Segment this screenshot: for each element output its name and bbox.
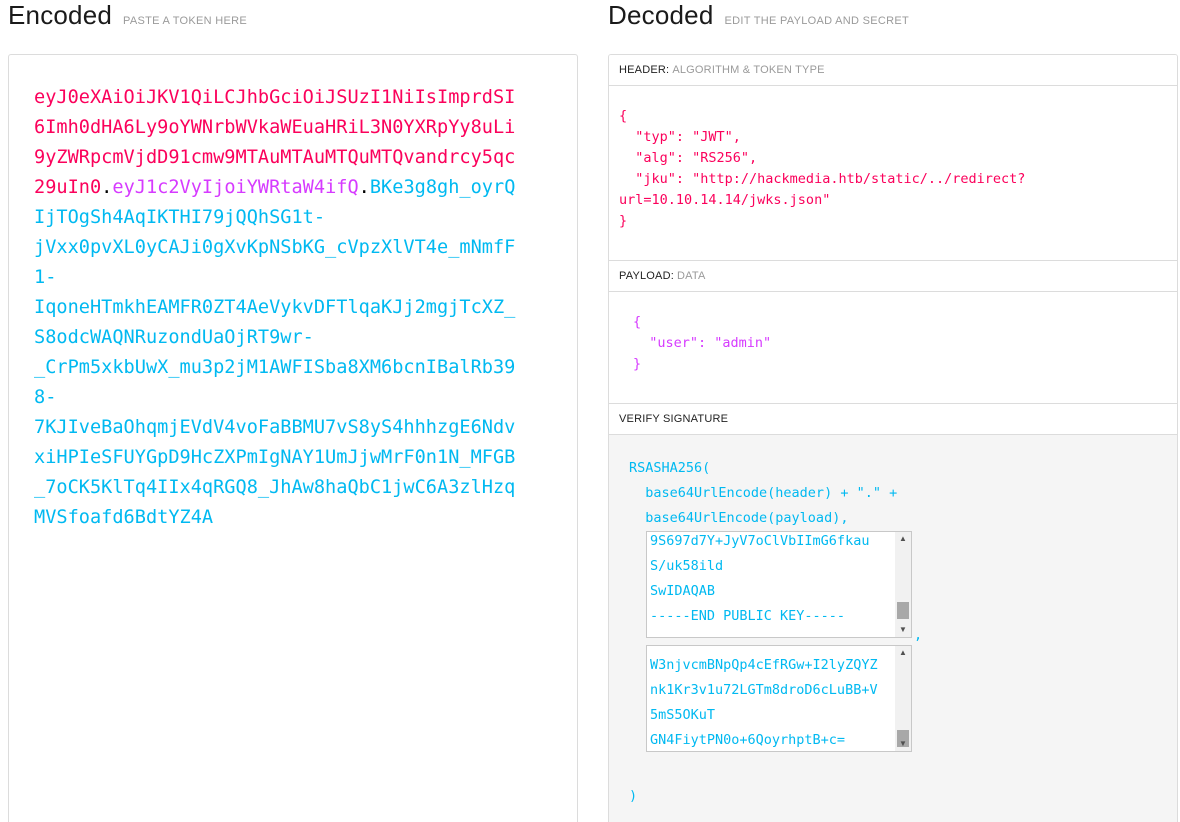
token-dot-1: . bbox=[101, 177, 113, 198]
scroll-up-arrow-icon[interactable]: ▲ bbox=[895, 532, 911, 546]
encoded-title-group: Encoded PASTE A TOKEN HERE bbox=[8, 0, 247, 30]
public-key-text[interactable]: 9S697d7Y+JyV7oClVbIImG6fkau S/uk58ild Sw… bbox=[650, 532, 869, 629]
scroll-up-arrow-icon[interactable]: ▲ bbox=[895, 646, 911, 660]
public-key-textarea[interactable]: 9S697d7Y+JyV7oClVbIImG6fkau S/uk58ild Sw… bbox=[646, 531, 912, 638]
token-text[interactable]: eyJ0eXAiOiJKV1QiLCJhbGciOiJSUzI1NiIsImpr… bbox=[34, 83, 524, 533]
sig-func-close: ) bbox=[629, 788, 638, 804]
header-section-title: HEADER: ALGORITHM & TOKEN TYPE bbox=[609, 55, 1177, 86]
verify-section-title: VERIFY SIGNATURE bbox=[609, 404, 1177, 435]
token-payload-part: eyJ1c2VyIjoiYWRtaW4ifQ bbox=[112, 177, 359, 198]
private-key-textarea[interactable]: W3njvcmBNpQp4cEfRGw+I2lyZQYZ nk1Kr3v1u72… bbox=[646, 645, 912, 752]
token-signature-part: BKe3g8gh_oyrQIjTOgSh4AqIKTHI79jQQhSG1t- … bbox=[34, 177, 516, 528]
header-section-label: HEADER: bbox=[619, 64, 670, 76]
payload-section-sublabel: DATA bbox=[677, 270, 706, 282]
sig-header-encode: base64UrlEncode(header) + "." + bbox=[629, 485, 898, 501]
private-key-scrollbar[interactable]: ▲ ▼ bbox=[895, 646, 911, 751]
payload-section-title: PAYLOAD: DATA bbox=[609, 261, 1177, 292]
verify-signature-body: RSASHA256( base64UrlEncode(header) + "."… bbox=[609, 435, 1177, 822]
public-key-scrollbar[interactable]: ▲ ▼ bbox=[895, 532, 911, 637]
payload-json[interactable]: { "user": "admin" } bbox=[609, 292, 1177, 375]
sig-payload-encode: base64UrlEncode(payload), bbox=[629, 510, 849, 526]
scroll-thumb[interactable] bbox=[897, 602, 909, 619]
payload-json-editor[interactable]: { "user": "admin" } bbox=[609, 292, 1177, 404]
decoded-title-group: Decoded EDIT THE PAYLOAD AND SECRET bbox=[608, 0, 909, 30]
payload-section-label: PAYLOAD: bbox=[619, 270, 674, 282]
scroll-down-arrow-icon[interactable]: ▼ bbox=[895, 737, 911, 751]
private-key-text[interactable]: W3njvcmBNpQp4cEfRGw+I2lyZQYZ nk1Kr3v1u72… bbox=[650, 653, 878, 751]
header-json[interactable]: { "typ": "JWT", "alg": "RS256", "jku": "… bbox=[609, 86, 1177, 232]
decoded-subtitle: EDIT THE PAYLOAD AND SECRET bbox=[724, 15, 910, 27]
sig-func-open: RSASHA256( bbox=[629, 460, 711, 476]
scroll-down-arrow-icon[interactable]: ▼ bbox=[895, 623, 911, 637]
sig-comma: , bbox=[914, 627, 923, 643]
encoded-title: Encoded bbox=[8, 0, 113, 30]
encoded-subtitle: PASTE A TOKEN HERE bbox=[123, 15, 248, 27]
encoded-token-editor[interactable]: eyJ0eXAiOiJKV1QiLCJhbGciOiJSUzI1NiIsImpr… bbox=[8, 54, 578, 822]
verify-section-label: VERIFY SIGNATURE bbox=[619, 413, 729, 425]
token-dot-2: . bbox=[358, 177, 370, 198]
header-json-editor[interactable]: { "typ": "JWT", "alg": "RS256", "jku": "… bbox=[609, 86, 1177, 261]
decoded-panel: HEADER: ALGORITHM & TOKEN TYPE { "typ": "… bbox=[608, 54, 1178, 822]
header-section-sublabel: ALGORITHM & TOKEN TYPE bbox=[672, 64, 825, 76]
decoded-title: Decoded bbox=[608, 0, 714, 30]
